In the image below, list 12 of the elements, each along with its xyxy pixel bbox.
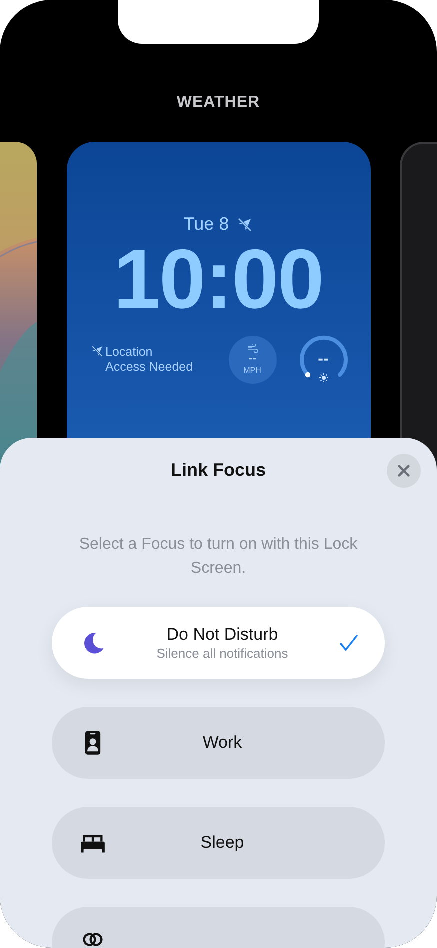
clock-time: 10:00 — [114, 237, 324, 321]
gauge-value: -- — [318, 351, 329, 369]
location-notice: Location Access Needed — [106, 345, 194, 375]
focus-name: Work — [202, 733, 242, 753]
focus-name: Sleep — [200, 833, 244, 853]
wallpaper-title: WEATHER — [176, 94, 262, 112]
focus-name: Do Not Disturb — [166, 625, 278, 645]
sheet-description: Select a Focus to turn on with this Lock Screen. — [78, 535, 358, 579]
wind-unit: MPH — [244, 366, 262, 376]
date-text: Tue 8 — [184, 214, 230, 235]
wind-value: -- — [248, 353, 256, 364]
focus-description: Silence all notifications — [156, 646, 288, 661]
